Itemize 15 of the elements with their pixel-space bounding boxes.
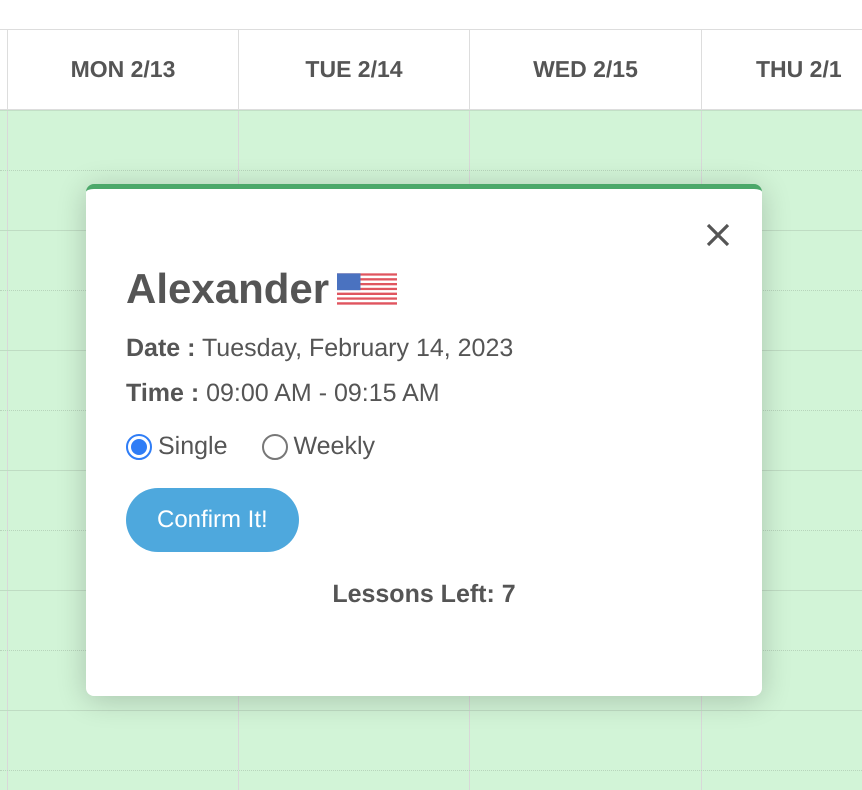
day-header: TUE 2/14 — [305, 55, 403, 84]
radio-button[interactable] — [126, 434, 152, 460]
day-header: WED 2/15 — [533, 55, 638, 84]
flag-icon — [337, 272, 398, 306]
time-line: Time : 09:00 AM - 09:15 AM — [126, 378, 441, 408]
day-header: THU 2/1 — [756, 55, 842, 84]
date-line: Date : Tuesday, February 14, 2023 — [126, 333, 514, 363]
day-header: MON 2/13 — [70, 55, 176, 84]
student-name: Alexander — [126, 264, 330, 314]
lessons-left: Lessons Left: 7 — [332, 578, 516, 610]
confirm-button[interactable]: Confirm It! — [126, 488, 299, 552]
close-icon — [705, 222, 731, 248]
radio-label: Weekly — [294, 431, 376, 462]
radio-label: Single — [158, 431, 228, 462]
radio-button[interactable] — [262, 434, 288, 460]
